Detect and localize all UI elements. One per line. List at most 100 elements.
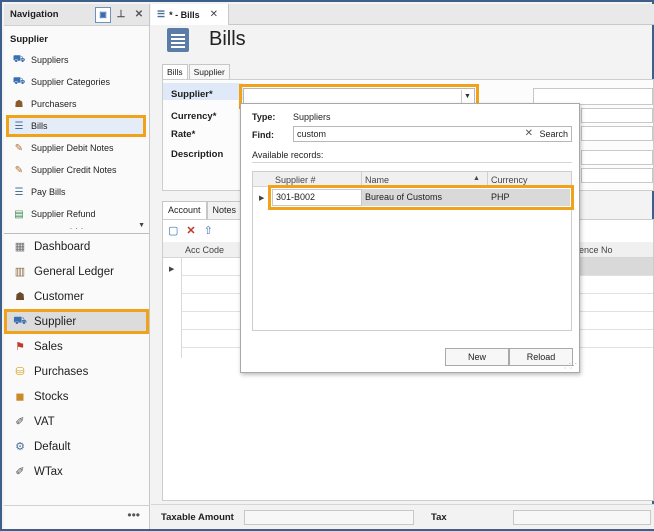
close-icon[interactable]: ✕ xyxy=(210,9,218,20)
nav-label: Sales xyxy=(34,340,63,353)
chevron-down-icon[interactable]: ▼ xyxy=(461,90,473,103)
sidebar-item-label: Purchasers xyxy=(31,99,77,109)
sidebar-item-label: Pay Bills xyxy=(31,187,66,197)
scroll-down-icon[interactable]: ▼ xyxy=(138,222,145,229)
find-input[interactable]: custom ✕ Search xyxy=(293,126,572,142)
document-tabs: ☰ * - Bills ✕ xyxy=(151,4,654,25)
divider xyxy=(361,172,362,187)
sidebar-item-label: Supplier Debit Notes xyxy=(31,143,114,153)
rate-label: Rate* xyxy=(171,129,196,140)
nav-group-title: Supplier xyxy=(10,34,49,45)
find-label: Find: xyxy=(252,130,274,140)
categories-icon: ⛟ xyxy=(12,75,26,87)
dock-icon[interactable]: ▣ xyxy=(95,6,111,23)
cell-currency[interactable]: PHP xyxy=(491,192,510,202)
nav-wtax[interactable]: ✐ WTax xyxy=(4,459,149,484)
sort-asc-icon: ▲ xyxy=(473,175,480,182)
nav-label: Customer xyxy=(34,290,84,303)
description-label: Description xyxy=(171,149,224,160)
more-items-indicator: · · · xyxy=(69,223,84,233)
navigation-panel: Navigation ▣ ⊥ ✕ Supplier ⛟ Suppliers ⛟ … xyxy=(4,4,150,529)
delete-icon[interactable]: ✕ xyxy=(186,224,195,237)
sidebar-item-label: Suppliers xyxy=(31,55,69,65)
tab-bills-form[interactable]: Bills xyxy=(162,64,188,80)
supplier-label: Supplier* xyxy=(171,89,213,100)
records-grid-header: Supplier # Name ▲ Currency xyxy=(253,172,571,187)
nav-purchases[interactable]: ⛁ Purchases xyxy=(4,359,149,384)
dashboard-icon: ▦ xyxy=(14,241,26,253)
nav-label: General Ledger xyxy=(34,265,114,278)
move-up-icon[interactable]: ⇧ xyxy=(204,224,213,237)
nav-label: WTax xyxy=(34,465,63,478)
form-tabs: Bills Supplier xyxy=(162,64,231,80)
row-indicator-icon: ▶ xyxy=(259,195,265,202)
bills-icon xyxy=(167,28,189,52)
available-records-label: Available records: xyxy=(252,150,324,160)
nav-vat[interactable]: ✐ VAT xyxy=(4,409,149,434)
pin-icon[interactable]: ⊥ xyxy=(113,7,129,23)
vat-icon: ✐ xyxy=(15,416,25,428)
taxable-amount-label: Taxable Amount xyxy=(161,512,234,523)
table-row[interactable]: 301-B002 Bureau of Customs PHP xyxy=(268,185,574,210)
note-icon: ✎ xyxy=(14,164,24,176)
default-icon: ⚙ xyxy=(15,441,25,453)
clear-icon[interactable]: ✕ xyxy=(525,128,533,139)
sidebar-item-purchasers[interactable]: ☗ Purchasers xyxy=(4,93,149,115)
cell-supplier-no[interactable]: 301-B002 xyxy=(272,189,362,206)
nav-sales[interactable]: ⚑ Sales xyxy=(4,334,149,359)
right-field-3[interactable] xyxy=(581,126,653,141)
new-row-icon[interactable]: ▢ xyxy=(168,224,178,237)
records-grid: Supplier # Name ▲ Currency ▶ 301-B002 Bu… xyxy=(252,171,574,331)
nav-label: Supplier xyxy=(34,315,77,328)
nav-supplier[interactable]: ⛟ Supplier xyxy=(4,309,149,334)
row-indicator-icon: ▶ xyxy=(169,266,175,273)
sidebar-item-bills[interactable]: ☰ Bills xyxy=(6,115,146,137)
suppliers-icon: ⛟ xyxy=(13,314,27,327)
tax-label: Tax xyxy=(431,512,447,523)
tab-bills[interactable]: ☰ * - Bills ✕ xyxy=(151,4,229,25)
col-name[interactable]: Name xyxy=(365,175,389,185)
close-icon[interactable]: ✕ xyxy=(131,7,147,23)
more-options-button[interactable]: ••• xyxy=(4,505,150,529)
tab-notes[interactable]: Notes xyxy=(206,201,243,219)
right-field-2[interactable] xyxy=(581,108,653,123)
taxable-amount-field xyxy=(244,510,414,525)
search-button[interactable]: Search xyxy=(539,129,568,139)
sidebar-item-supplier-credit-notes[interactable]: ✎ Supplier Credit Notes xyxy=(4,159,149,181)
sidebar-item-label: Supplier Categories xyxy=(31,77,111,87)
nav-customer[interactable]: ☗ Customer xyxy=(4,284,149,309)
sidebar-item-label: Supplier Credit Notes xyxy=(31,165,117,175)
sidebar-item-label: Supplier Refund xyxy=(31,209,96,219)
type-label: Type: xyxy=(252,112,276,122)
col-acc-code[interactable]: Acc Code xyxy=(185,245,224,255)
sidebar-item-pay-bills[interactable]: ☰ Pay Bills xyxy=(4,181,149,203)
nav-label: Purchases xyxy=(34,365,89,378)
find-value: custom xyxy=(297,129,327,139)
nav-general-ledger[interactable]: ▥ General Ledger xyxy=(4,259,149,284)
supplier-lookup-popup: Type: Suppliers Find: custom ✕ Search Av… xyxy=(240,103,580,373)
nav-dashboard[interactable]: ▦ Dashboard xyxy=(4,234,149,259)
resize-grip-icon[interactable]: ⋰⋰ xyxy=(564,362,577,370)
right-field-4[interactable] xyxy=(581,150,653,165)
divider xyxy=(252,162,572,163)
sidebar-item-supplier-categories[interactable]: ⛟ Supplier Categories xyxy=(4,71,149,93)
new-button[interactable]: New xyxy=(445,348,509,366)
nav-stocks[interactable]: ◼ Stocks xyxy=(4,384,149,409)
tab-account[interactable]: Account xyxy=(162,201,207,219)
right-field-5[interactable] xyxy=(581,168,653,183)
nav-default[interactable]: ⚙ Default xyxy=(4,434,149,459)
wtax-icon: ✐ xyxy=(15,466,25,478)
app-window: Navigation ▣ ⊥ ✕ Supplier ⛟ Suppliers ⛟ … xyxy=(0,0,654,531)
sidebar-item-supplier-refund[interactable]: ▤ Supplier Refund xyxy=(4,203,149,225)
col-currency[interactable]: Currency xyxy=(491,175,528,185)
cell-name[interactable]: Bureau of Customs xyxy=(365,192,442,202)
col-supplier-no[interactable]: Supplier # xyxy=(275,175,316,185)
refund-icon: ▤ xyxy=(14,208,24,220)
divider xyxy=(487,172,488,187)
ledger-icon: ▥ xyxy=(14,266,26,278)
sidebar-item-suppliers[interactable]: ⛟ Suppliers xyxy=(4,49,149,71)
sidebar-item-supplier-debit-notes[interactable]: ✎ Supplier Debit Notes xyxy=(4,137,149,159)
suppliers-icon: ⛟ xyxy=(12,53,26,65)
type-value: Suppliers xyxy=(293,112,331,122)
tab-supplier[interactable]: Supplier xyxy=(188,64,230,80)
